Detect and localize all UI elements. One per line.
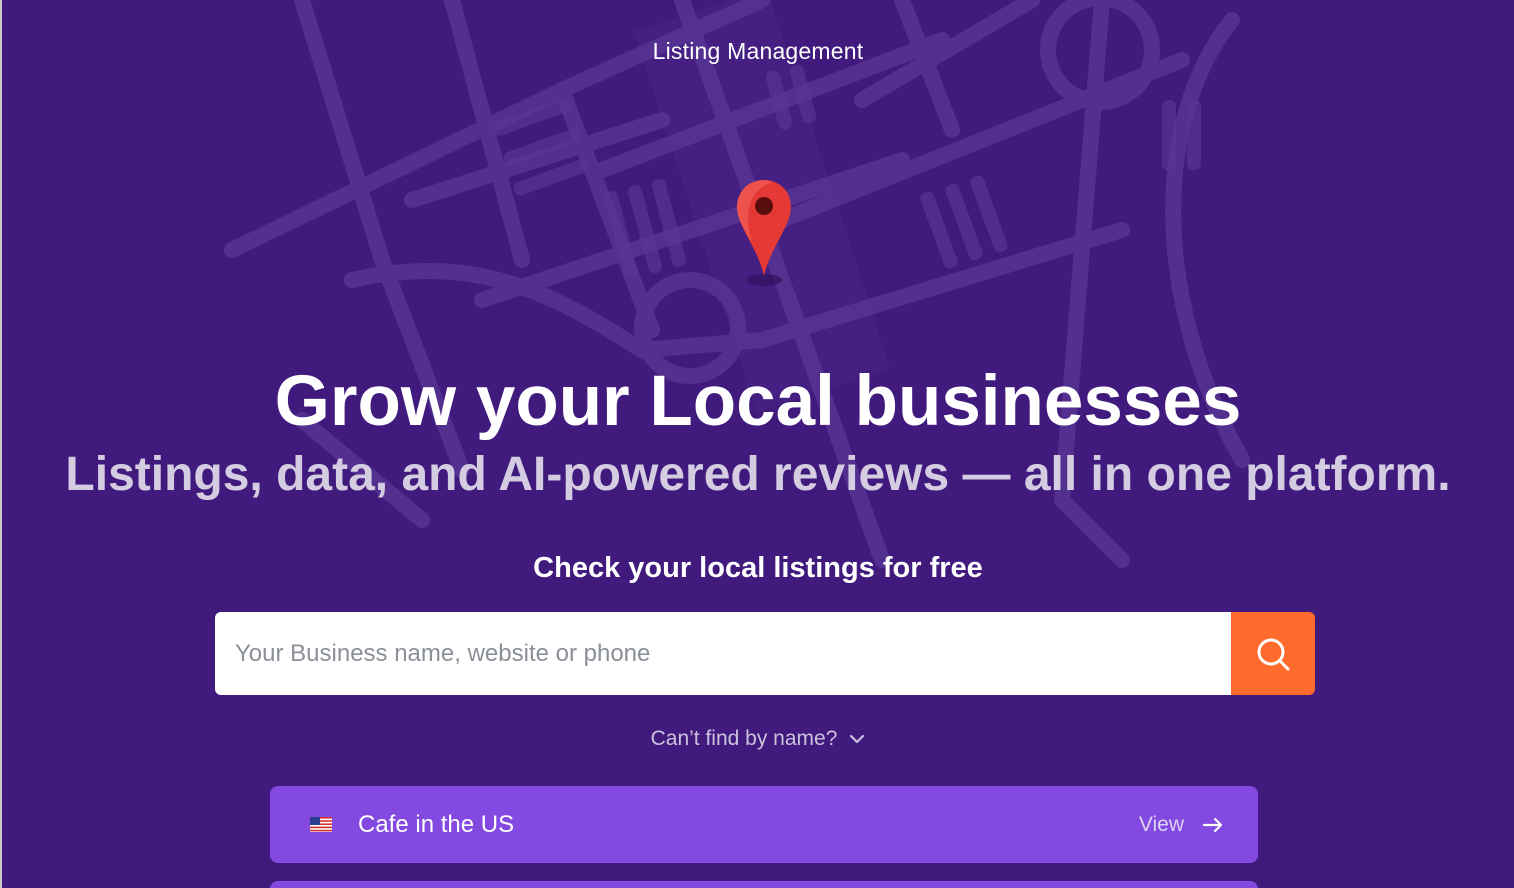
map-pin-icon: [737, 180, 791, 286]
business-search-input[interactable]: [215, 612, 1231, 695]
us-flag-icon: [310, 817, 332, 832]
hero-headline: Grow your Local businesses: [274, 362, 1242, 441]
search-button[interactable]: [1231, 612, 1315, 695]
example-listing-card[interactable]: Cafe in the US View: [270, 786, 1258, 863]
search-bar: [215, 612, 1315, 695]
search-icon: [1257, 638, 1290, 670]
example-listing-card-next[interactable]: [270, 881, 1258, 888]
page-eyebrow: Listing Management: [652, 38, 864, 64]
hero-subline: Listings, data, and AI-powered reviews —…: [65, 448, 1451, 501]
search-title: Check your local listings for free: [533, 552, 983, 584]
example-listing-label: Cafe in the US: [358, 810, 515, 838]
map-background: [224, 0, 1250, 568]
chevron-down-icon: [850, 734, 865, 744]
cant-find-label: Can’t find by name?: [650, 727, 838, 750]
arrow-right-icon: [1202, 817, 1223, 832]
page: Listing Management Grow your Local busin…: [0, 0, 1514, 888]
view-link[interactable]: View: [1139, 813, 1184, 837]
cant-find-toggle[interactable]: Can’t find by name?: [2, 727, 1514, 751]
